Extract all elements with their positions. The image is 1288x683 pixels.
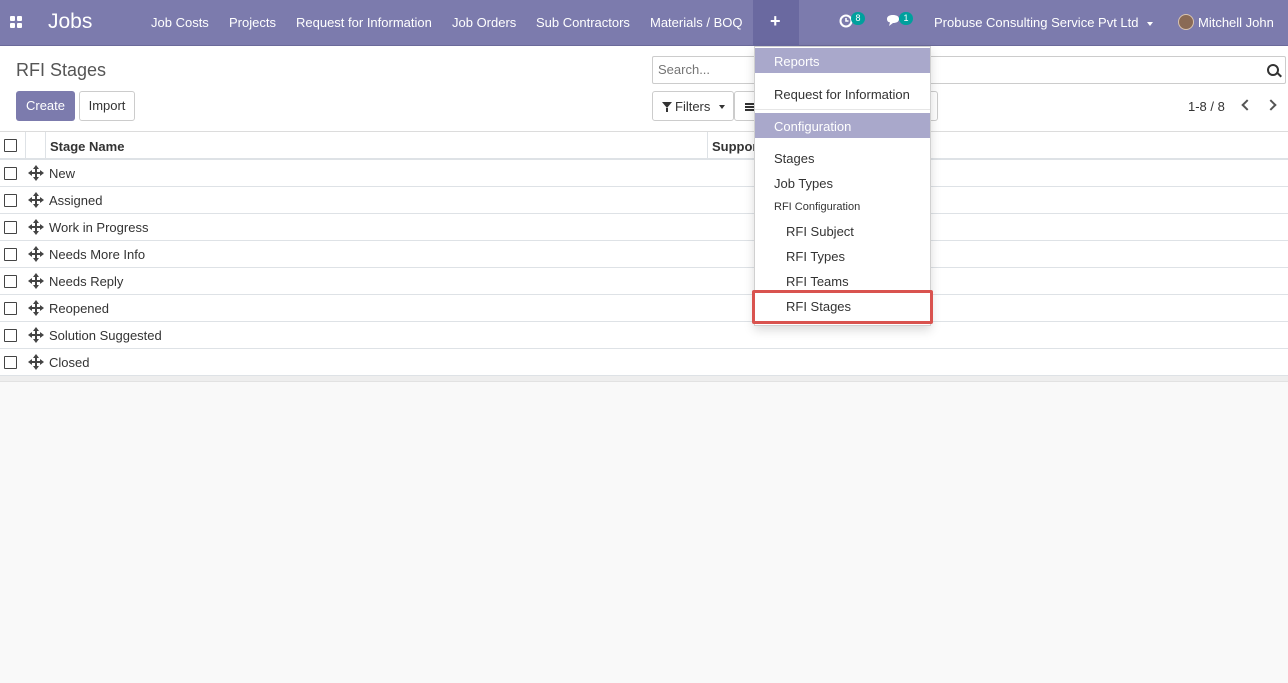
- table-row[interactable]: Work in Progress: [0, 214, 1288, 241]
- drag-handle-icon[interactable]: [28, 246, 44, 262]
- activity-count-badge: 8: [851, 12, 865, 25]
- stage-name-cell: Assigned: [49, 193, 103, 208]
- user-avatar[interactable]: [1178, 14, 1194, 30]
- stage-name-cell: Needs Reply: [49, 274, 124, 289]
- drag-handle-icon[interactable]: [28, 192, 44, 208]
- dropdown-item-rfi-types[interactable]: RFI Types: [786, 249, 845, 264]
- row-checkbox[interactable]: [4, 194, 17, 207]
- pager-value[interactable]: 1-8 / 8: [1188, 99, 1225, 114]
- select-all-cell: [0, 132, 26, 160]
- table-row[interactable]: Needs Reply: [0, 268, 1288, 295]
- table-header: Stage Name Suppor: [0, 132, 1288, 160]
- stage-name-cell: New: [49, 166, 76, 181]
- chevron-down-icon: [1146, 21, 1153, 26]
- row-checkbox[interactable]: [4, 302, 17, 315]
- table-row[interactable]: Solution Suggested: [0, 322, 1288, 349]
- control-panel: RFI Stages Create Import Filters 1-8 / 8: [0, 46, 1288, 132]
- drag-handle-icon[interactable]: [28, 354, 44, 370]
- select-all-checkbox[interactable]: [4, 139, 17, 152]
- table-row[interactable]: New: [0, 160, 1288, 187]
- table-row[interactable]: Closed: [0, 349, 1288, 376]
- dropdown-item-rfi-teams[interactable]: RFI Teams: [786, 274, 849, 289]
- company-name: Probuse Consulting Service Pvt Ltd: [934, 15, 1139, 30]
- stage-name-cell: Solution Suggested: [49, 328, 162, 343]
- create-button[interactable]: Create: [16, 91, 75, 121]
- dropdown-header-reports: Reports: [755, 48, 930, 73]
- dropdown-item-request-for-information[interactable]: Request for Information: [774, 87, 910, 102]
- column-stage-name-label: Stage Name: [50, 139, 125, 154]
- stage-name-cell: Work in Progress: [49, 220, 149, 235]
- top-navbar: Jobs Job Costs Projects Request for Info…: [0, 0, 1288, 46]
- drag-handle-icon[interactable]: [28, 273, 44, 289]
- table-row[interactable]: Needs More Info: [0, 241, 1288, 268]
- messages-count-badge: 1: [899, 12, 913, 25]
- filters-label: Filters: [675, 99, 711, 114]
- menu-job-costs[interactable]: Job Costs: [151, 15, 209, 30]
- dropdown-subheader-rfi-configuration: RFI Configuration: [774, 201, 861, 213]
- table-row[interactable]: Assigned: [0, 187, 1288, 214]
- stage-name-cell: Reopened: [49, 301, 109, 316]
- drag-handle-icon[interactable]: [28, 219, 44, 235]
- table-row[interactable]: Reopened: [0, 295, 1288, 322]
- filters-button[interactable]: Filters: [652, 91, 734, 121]
- search-input[interactable]: [658, 62, 1238, 77]
- table-footer: [0, 376, 1288, 382]
- import-button[interactable]: Import: [79, 91, 135, 121]
- filter-funnel-icon: [662, 102, 672, 112]
- row-checkbox[interactable]: [4, 356, 17, 369]
- menu-materials-boq[interactable]: Materials / BOQ: [650, 15, 742, 30]
- dropdown-divider: [755, 109, 930, 110]
- stage-name-cell: Needs More Info: [49, 247, 146, 262]
- more-menu-button[interactable]: +: [753, 0, 799, 46]
- menu-job-orders[interactable]: Job Orders: [452, 15, 516, 30]
- row-checkbox[interactable]: [4, 167, 17, 180]
- search-box: [652, 56, 1286, 84]
- stage-name-cell: Closed: [49, 355, 90, 370]
- rfi-stages-highlight-box: [752, 290, 933, 324]
- chevron-down-icon: [719, 105, 725, 109]
- menu-sub-contractors[interactable]: Sub Contractors: [536, 15, 630, 30]
- page-title: RFI Stages: [16, 60, 107, 80]
- column-stage-name[interactable]: Stage Name: [46, 132, 708, 160]
- user-menu[interactable]: Mitchell John: [1198, 15, 1274, 30]
- stages-list-table: Stage Name Suppor New Assigned Work in P…: [0, 132, 1288, 382]
- pager-next-icon[interactable]: [1265, 99, 1277, 111]
- dropdown-header-configuration: Configuration: [755, 113, 930, 138]
- handle-column-header: [26, 132, 46, 160]
- menu-projects[interactable]: Projects: [229, 15, 276, 30]
- app-brand[interactable]: Jobs: [48, 10, 92, 34]
- search-icon[interactable]: [1267, 64, 1279, 76]
- drag-handle-icon[interactable]: [28, 327, 44, 343]
- drag-handle-icon[interactable]: [28, 165, 44, 181]
- row-checkbox[interactable]: [4, 248, 17, 261]
- plus-icon: +: [770, 11, 781, 31]
- row-checkbox[interactable]: [4, 329, 17, 342]
- more-menu-dropdown: Reports Request for Information Configur…: [754, 46, 931, 326]
- dropdown-item-stages[interactable]: Stages: [774, 151, 814, 166]
- menu-request-for-information[interactable]: Request for Information: [296, 15, 432, 30]
- drag-handle-icon[interactable]: [28, 300, 44, 316]
- dropdown-item-rfi-subject[interactable]: RFI Subject: [786, 224, 854, 239]
- row-checkbox[interactable]: [4, 221, 17, 234]
- dropdown-item-job-types[interactable]: Job Types: [774, 176, 833, 191]
- row-checkbox[interactable]: [4, 275, 17, 288]
- pager-previous-icon[interactable]: [1241, 99, 1253, 111]
- company-switcher[interactable]: Probuse Consulting Service Pvt Ltd: [934, 15, 1153, 30]
- apps-menu-icon[interactable]: [10, 16, 22, 28]
- column-support-label: Suppor: [712, 139, 758, 154]
